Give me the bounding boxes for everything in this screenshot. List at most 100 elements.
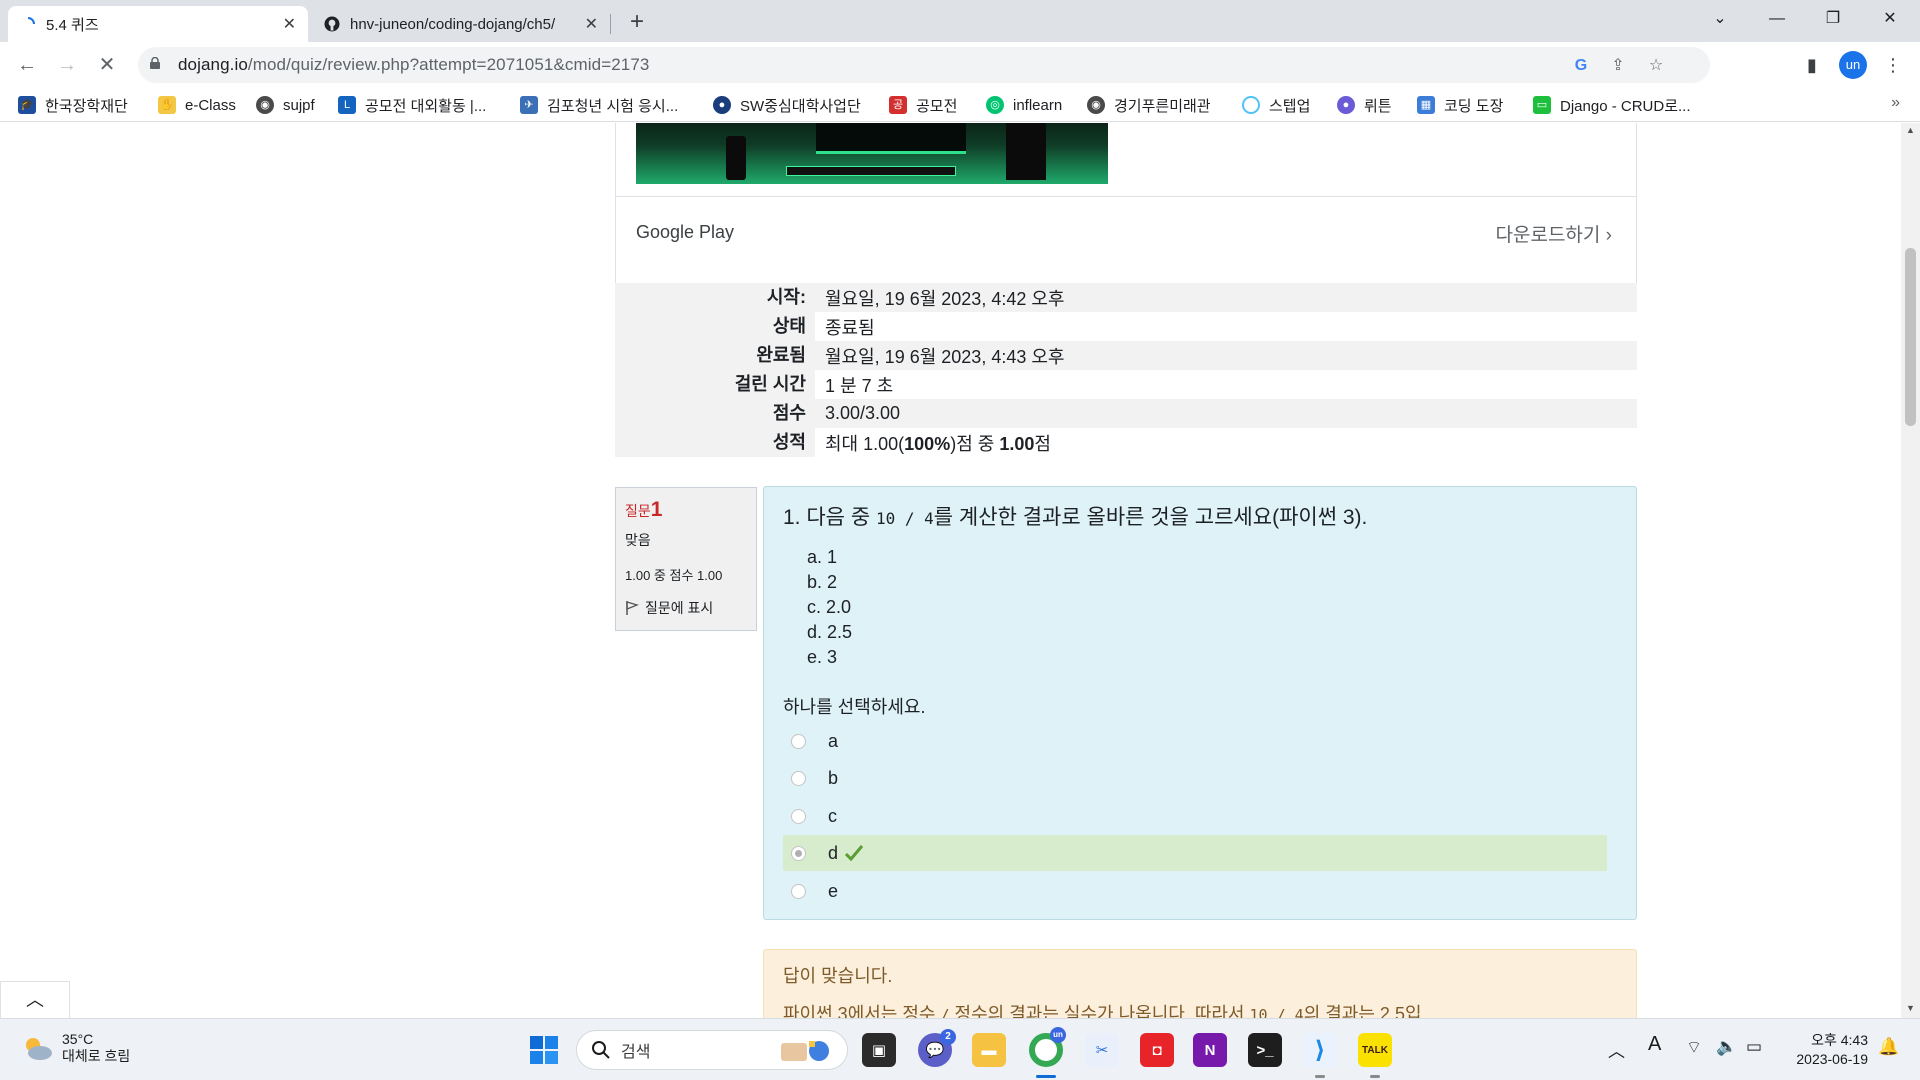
tab-github[interactable]: hnv-juneon/coding-dojang/ch5/ ✕ [312,6,610,42]
question-state: 맞음 [625,532,651,548]
kakaotalk-icon[interactable]: TALK [1358,1033,1392,1067]
back-to-top-button[interactable]: ︿ [0,981,70,1018]
new-tab-button[interactable]: + [622,8,652,38]
menu-kebab-icon[interactable]: ⋮ [1878,50,1908,80]
bookmark-item[interactable]: ● 뤼튼 [1337,94,1392,116]
search-highlight-illustration [781,1041,829,1061]
side-panel-icon[interactable]: ▮ [1797,50,1827,80]
bookmark-item[interactable]: ● SW중심대학사업단 [713,94,861,116]
page-viewport: Google Play 다운로드하기 › 시작: 월요일, 19 6월 2023… [0,123,1901,1018]
globe-icon: ◉ [1087,96,1105,114]
graduation-cap-icon: 🎓 [18,96,36,114]
summary-row-grade: 성적 최대 1.00(100%)점 중 1.00점 [615,428,1637,457]
summary-value: 종료됨 [825,317,875,338]
ad-image[interactable] [636,123,1108,184]
terminal-icon[interactable]: >_ [1248,1033,1282,1067]
close-tab-icon[interactable]: ✕ [283,14,296,34]
bookmark-item[interactable]: ◉ 경기푸른미래관 [1087,94,1211,116]
scrollbar-thumb[interactable] [1905,248,1916,426]
taskbar-search[interactable]: 검색 [576,1030,848,1070]
forward-arrow-icon[interactable]: → [52,50,82,80]
red-app-icon[interactable]: ◘ [1140,1033,1174,1067]
bookmark-item[interactable]: 스텝업 [1242,94,1310,116]
tab-quiz[interactable]: 5.4 퀴즈 ✕ [8,6,308,42]
answer-option-c[interactable]: c [783,798,1607,834]
url-text[interactable]: dojang.io/mod/quiz/review.php?attempt=20… [178,55,649,75]
ad-download-link[interactable]: 다운로드하기 › [1496,220,1613,247]
bookmark-item[interactable]: ◎ inflearn [986,94,1062,116]
bookmark-item[interactable]: L 공모전 대외활동 |... [338,94,486,116]
notification-bell-icon[interactable]: 🔔 [1878,1037,1899,1057]
browser-toolbar: ← → ✕ dojang.io/mod/quiz/review.php?atte… [0,42,1920,88]
bookmark-item[interactable]: 🎓 한국장학재단 [18,94,128,116]
vscode-icon[interactable]: ⟩ [1303,1033,1337,1067]
answer-option-b[interactable]: b [783,760,1607,796]
scroll-up-arrow-icon[interactable]: ▲ [1905,125,1916,135]
weather-widget[interactable]: 35°C 대체로 흐림 [20,1031,130,1065]
answer-option-e[interactable]: e [783,873,1607,909]
close-window-button[interactable]: ✕ [1862,0,1918,40]
search-placeholder: 검색 [621,1044,651,1061]
share-icon[interactable]: ⇪ [1607,55,1629,77]
minimize-button[interactable]: — [1749,0,1805,40]
bookmark-item[interactable]: ✋ e-Class [158,94,236,116]
windows-start-icon[interactable] [529,1035,559,1065]
ad-keyboard-shape [786,166,956,176]
address-bar[interactable]: dojang.io/mod/quiz/review.php?attempt=20… [138,47,1710,83]
radio-button[interactable] [791,770,806,786]
bookmark-item[interactable]: 공 공모전 [889,94,957,116]
list-item: d. 2.5 [807,622,853,642]
bookmark-item[interactable]: ◉ sujpf [256,94,315,116]
volume-muted-icon[interactable]: 🔈 [1716,1037,1737,1057]
restore-button[interactable]: ❐ [1805,0,1861,40]
task-view-icon[interactable]: ▣ [862,1033,896,1067]
onenote-icon[interactable]: N [1193,1033,1227,1067]
summary-value: 최대 1.00(100%)점 중 1.00점 [825,433,1051,454]
tab-search-chevron-icon[interactable]: ⌄ [1692,0,1748,40]
bookmark-item[interactable]: ▭ Django - CRUD로... [1533,94,1691,116]
close-tab-icon[interactable]: ✕ [585,14,598,34]
tray-overflow-chevron-icon[interactable]: ︿ [1608,1037,1625,1062]
stop-loading-icon[interactable]: ✕ [92,50,122,80]
lock-icon [150,57,160,69]
hand-icon: ✋ [158,96,176,114]
system-clock[interactable]: 오후 4:43 2023-06-19 [1784,1031,1868,1069]
input-method-icon[interactable]: A [1648,1033,1661,1056]
bookmark-item[interactable]: ✈ 김포청년 시험 응시... [520,94,678,116]
radio-button-selected[interactable] [791,845,806,861]
radio-button[interactable] [791,883,806,899]
book-icon: ▭ [1533,96,1551,114]
profile-avatar[interactable]: un [1839,51,1867,79]
wifi-icon[interactable]: ⌔ [1686,1037,1702,1058]
answer-option-a[interactable]: a [783,723,1607,759]
answer-option-d[interactable]: d [783,835,1607,871]
page-scrollbar[interactable]: ▲ ▼ [1901,123,1920,1018]
bookmark-item[interactable]: ▦ 코딩 도장 [1417,94,1503,116]
ad-store-name: Google Play [636,222,735,242]
question-content: 1. 다음 중 10 / 4를 계산한 결과로 올바른 것을 고르세요(파이썬 … [763,486,1637,920]
scroll-down-arrow-icon[interactable]: ▼ [1905,1003,1916,1013]
radio-button[interactable] [791,808,806,824]
file-explorer-icon[interactable]: ▬ [972,1033,1006,1067]
battery-icon[interactable]: ▭ [1746,1037,1762,1057]
question-grade: 1.00 중 점수 1.00 [625,568,723,583]
sw-icon: ● [713,96,731,114]
globe-icon: ◉ [256,96,274,114]
google-lens-icon[interactable]: G [1570,55,1592,77]
question-text: 1. 다음 중 10 / 4를 계산한 결과로 올바른 것을 고르세요(파이썬 … [783,506,1368,529]
wrtn-icon: ● [1337,96,1355,114]
summary-row-state: 상태 종료됨 [615,312,1637,341]
answer-label: d [828,842,839,863]
more-bookmarks-icon[interactable]: » [1891,94,1900,112]
radio-button[interactable] [791,733,806,749]
gimpo-icon: ✈ [520,96,538,114]
tab-title: 5.4 퀴즈 [46,16,99,34]
summary-row-marks: 점수 3.00/3.00 [615,399,1637,428]
back-arrow-icon[interactable]: ← [12,50,42,80]
bookmark-star-icon[interactable]: ☆ [1645,55,1667,77]
snipping-tool-icon[interactable]: ✂ [1085,1033,1119,1067]
flag-question-link[interactable]: 질문에 표시 [625,598,747,618]
answer-label: e [828,880,839,901]
summary-row-time-taken: 걸린 시간 1 분 7 초 [615,370,1637,399]
ad-tower-shape [1006,123,1046,180]
